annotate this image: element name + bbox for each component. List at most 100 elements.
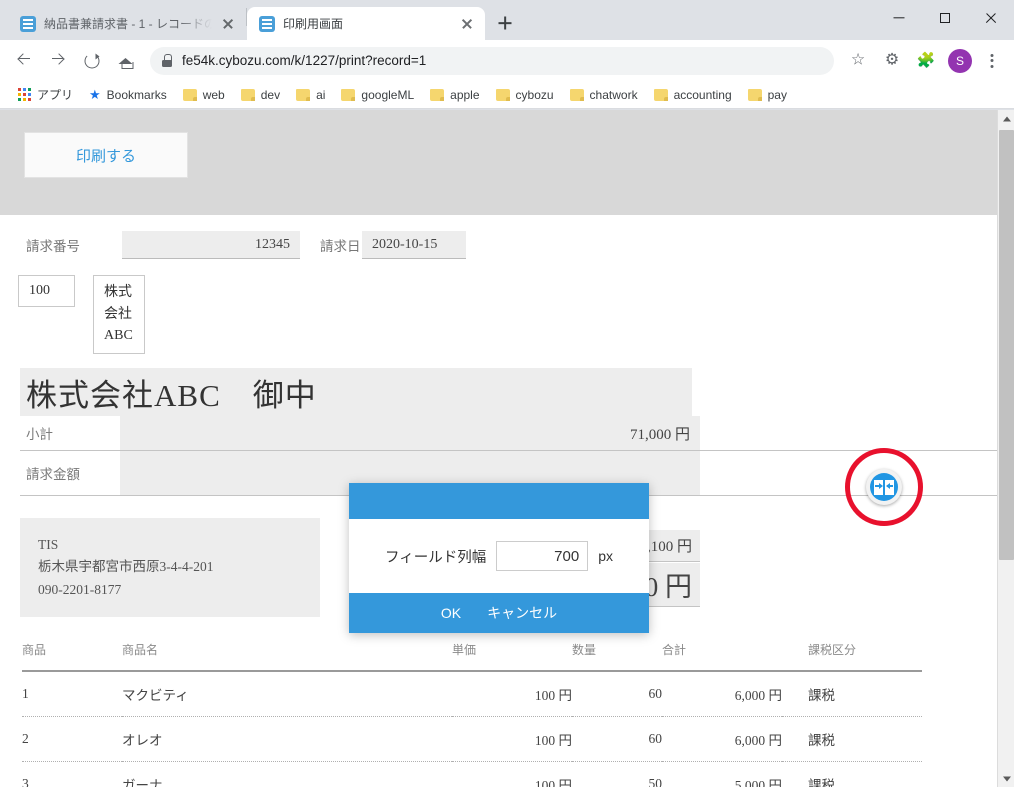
field-width-dialog: フィールド列幅 px OK キャンセル xyxy=(349,483,649,633)
new-tab-button[interactable] xyxy=(491,9,519,37)
bookmark-ai[interactable]: ai xyxy=(288,85,333,105)
bookmark-label: accounting xyxy=(673,87,732,102)
scrollbar-thumb[interactable] xyxy=(999,130,1014,560)
folder-icon xyxy=(653,88,668,101)
forward-button[interactable] xyxy=(42,45,74,77)
bookmark-label: ai xyxy=(316,87,326,102)
bookmark-bookmarks[interactable]: ★ Bookmarks xyxy=(81,85,175,105)
bookmark-chatwork[interactable]: chatwork xyxy=(562,85,646,105)
subtotal-label: 小計 xyxy=(26,427,53,443)
unit-label: px xyxy=(598,548,613,564)
dialog-body: フィールド列幅 px xyxy=(349,519,649,593)
reload-button[interactable] xyxy=(76,45,108,77)
folder-icon xyxy=(182,88,197,101)
bookmark-pay[interactable]: pay xyxy=(740,85,795,105)
row-qty: 60 xyxy=(572,670,662,717)
bookmark-cybozu[interactable]: cybozu xyxy=(488,85,562,105)
close-icon[interactable] xyxy=(459,16,475,32)
folder-icon xyxy=(341,88,356,101)
scroll-up-icon[interactable] xyxy=(998,110,1014,127)
items-table-head: 商品 商品名 単価 数量 合計 課税区分 xyxy=(22,634,922,672)
kintone-icon xyxy=(20,15,36,32)
row-qty: 50 xyxy=(572,761,662,787)
minimize-button[interactable] xyxy=(876,0,922,36)
bookmark-web[interactable]: web xyxy=(175,85,233,105)
bookmark-label: apple xyxy=(450,87,480,102)
browser-tab-2[interactable]: 印刷用画面 xyxy=(247,7,485,40)
row-price: 100 円 xyxy=(452,670,572,717)
address-bar[interactable]: fe54k.cybozu.com/k/1227/print?record=1 xyxy=(150,46,834,75)
th-sum: 合計 xyxy=(662,634,782,672)
th-qty: 数量 xyxy=(572,634,662,672)
row-qty: 60 xyxy=(572,716,662,762)
cancel-button[interactable]: キャンセル xyxy=(487,603,557,623)
page-viewport: 印刷する 請求番号 12345 請求日 2020-10-15 100 株式会社A… xyxy=(0,110,1014,787)
bookmark-label: googleML xyxy=(361,87,415,102)
back-button[interactable] xyxy=(8,45,40,77)
row-id[interactable]: 3 xyxy=(22,761,122,787)
close-window-button[interactable] xyxy=(968,0,1014,36)
bookmark-label: アプリ xyxy=(37,88,74,102)
row-id[interactable]: 2 xyxy=(22,716,122,762)
row-sum: 6,000 円 xyxy=(662,716,782,762)
table-row: 1 マクビティ 100 円 60 6,000 円 課税 xyxy=(22,670,922,717)
url-text: fe54k.cybozu.com/k/1227/print?record=1 xyxy=(182,53,427,68)
close-icon[interactable] xyxy=(220,16,236,32)
browser-window: 納品書兼請求書 - 1 - レコードの詳細 印刷用画面 fe54k.cybozu… xyxy=(0,0,1014,787)
pane-left xyxy=(874,479,883,495)
bookmark-label: chatwork xyxy=(589,87,638,102)
dialog-header xyxy=(349,483,649,519)
field-width-input[interactable] xyxy=(496,541,589,571)
row-price: 100 円 xyxy=(452,761,572,787)
amount-label: 請求金額 xyxy=(26,467,80,483)
bookmark-accounting[interactable]: accounting xyxy=(646,85,740,105)
scroll-down-icon[interactable] xyxy=(998,770,1014,787)
th-name: 商品名 xyxy=(122,634,452,672)
home-button[interactable] xyxy=(110,45,142,77)
tab-title: 印刷用画面 xyxy=(283,17,344,31)
address-line-1: TIS xyxy=(38,537,59,553)
extensions-icon[interactable]: 🧩 xyxy=(910,45,942,77)
table-row: 3 ガーナ 100 円 50 5,000 円 課税 xyxy=(22,761,922,787)
row-name: マクビティ xyxy=(122,670,452,717)
folder-icon xyxy=(296,88,311,101)
invoice-boxes: 100 株式会社ABC xyxy=(0,259,997,355)
bookmark-apps[interactable]: アプリ xyxy=(10,83,81,106)
folder-icon xyxy=(240,88,255,101)
tab-title: 納品書兼請求書 - 1 - レコードの詳細 xyxy=(44,17,212,31)
folder-icon xyxy=(569,88,584,101)
number-box: 100 xyxy=(18,275,75,307)
avatar[interactable]: S xyxy=(948,48,972,73)
th-price: 単価 xyxy=(452,634,572,672)
lock-icon xyxy=(162,54,172,67)
company-box: 株式会社ABC xyxy=(93,275,145,355)
folder-icon xyxy=(747,88,762,101)
folder-icon xyxy=(495,88,510,101)
invoice-date-label: 請求日 xyxy=(320,239,361,254)
vertical-scrollbar[interactable] xyxy=(997,110,1014,787)
pane-right xyxy=(885,479,894,495)
row-id[interactable]: 1 xyxy=(22,670,122,717)
print-button[interactable]: 印刷する xyxy=(24,132,188,178)
bookmark-dev[interactable]: dev xyxy=(233,85,288,105)
bookmark-googleml[interactable]: googleML xyxy=(333,85,422,105)
menu-icon[interactable] xyxy=(978,45,1006,77)
row-price: 100 円 xyxy=(452,716,572,762)
table-row: 2 オレオ 100 円 60 6,000 円 課税 xyxy=(22,716,922,762)
maximize-button[interactable] xyxy=(922,0,968,36)
bookmark-star-icon[interactable]: ☆ xyxy=(842,45,874,77)
row-tax: 課税 xyxy=(782,670,922,717)
ok-button[interactable]: OK xyxy=(441,605,461,621)
star-icon: ★ xyxy=(89,87,101,102)
th-id: 商品 xyxy=(22,634,122,672)
gear-icon[interactable]: ⚙ xyxy=(876,45,908,77)
bookmark-apple[interactable]: apple xyxy=(422,85,487,105)
bookmark-label: pay xyxy=(767,87,787,102)
apps-grid-icon xyxy=(18,88,31,101)
tab-strip: 納品書兼請求書 - 1 - レコードの詳細 印刷用画面 xyxy=(0,0,1014,40)
dialog-footer: OK キャンセル xyxy=(349,593,649,633)
column-width-icon[interactable] xyxy=(866,469,902,505)
address-block: TIS 栃木県宇都宮市西原3-4-4-201 090-2201-8177 xyxy=(20,518,320,617)
bookmarks-bar: アプリ ★ Bookmarks web dev ai googleML appl… xyxy=(0,81,1014,109)
browser-tab-1[interactable]: 納品書兼請求書 - 1 - レコードの詳細 xyxy=(8,7,246,40)
